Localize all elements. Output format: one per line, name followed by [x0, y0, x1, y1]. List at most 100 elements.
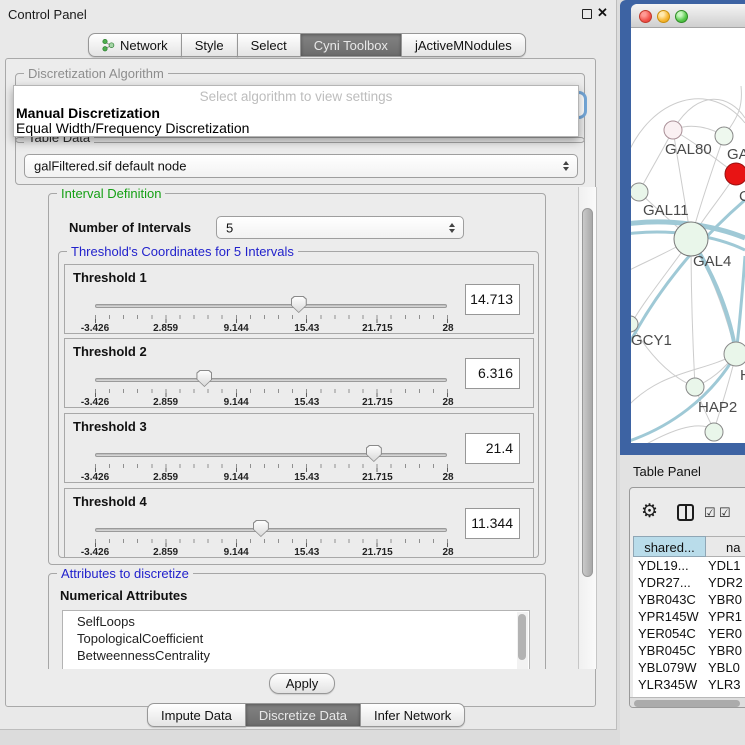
popup-option-manual-discretization[interactable]: Manual Discretization	[16, 105, 160, 121]
tab-cyni-toolbox[interactable]: Cyni Toolbox	[300, 33, 402, 57]
tab-network[interactable]: Network	[88, 33, 182, 57]
node-gal11[interactable]	[631, 183, 648, 201]
apply-button[interactable]: Apply	[269, 673, 335, 694]
cell: YBR045C	[638, 642, 696, 659]
tab-infer-network[interactable]: Infer Network	[360, 703, 465, 727]
slider-track[interactable]	[95, 378, 447, 382]
table-row[interactable]: YBR045CYBR0	[633, 642, 745, 659]
node-gal80[interactable]	[664, 121, 682, 139]
close-traffic-light-icon[interactable]	[639, 10, 652, 23]
cell: YER0	[708, 625, 742, 642]
zoom-traffic-light-icon[interactable]	[675, 10, 688, 23]
node-red-selected[interactable]	[725, 163, 745, 185]
table-row[interactable]: YPR145WYPR1	[633, 608, 745, 625]
window-title: Control Panel	[8, 7, 87, 22]
cell: YBR0	[708, 591, 742, 608]
threshold-2-value-field[interactable]: 6.316	[465, 358, 520, 389]
interval-definition-group: Interval Definition Number of Intervals …	[48, 193, 546, 565]
node-label-gal11: GAL11	[643, 202, 689, 219]
panel-scrollbar[interactable]	[578, 187, 597, 669]
node-label-partial-top: GA	[727, 146, 745, 163]
tab-jactivemnodules-label: jActiveMNodules	[415, 38, 512, 53]
tick-label: -3.426	[81, 472, 109, 483]
threshold-4-value-field[interactable]: 11.344	[465, 508, 520, 539]
split-columns-icon[interactable]	[677, 504, 694, 521]
panel-scrollbar-thumb[interactable]	[582, 208, 593, 577]
checkbox-icon[interactable]: ☑	[719, 505, 731, 521]
table-hscrollbar-thumb[interactable]	[634, 700, 740, 707]
popup-option-equal-width-frequency[interactable]: Equal Width/Frequency Discretization	[16, 120, 249, 136]
table-row[interactable]: YER054CYER0	[633, 625, 745, 642]
node-hap2[interactable]	[686, 378, 704, 396]
network-canvas[interactable]: GAL80 GA C GAL11 GAL4 GCY1 H HAP2	[631, 28, 745, 443]
checkbox-icon[interactable]: ☑	[704, 505, 716, 521]
table-row[interactable]: YLR345WYLR3	[633, 676, 745, 693]
control-panel-titlebar: Control Panel ✕	[0, 0, 616, 28]
tab-select[interactable]: Select	[237, 33, 301, 57]
network-graph: GAL80 GA C GAL11 GAL4 GCY1 H HAP2	[631, 28, 745, 443]
tick-label: 9.144	[224, 472, 249, 483]
list-item[interactable]: SelfLoops	[77, 613, 135, 631]
slider-thumb[interactable]	[366, 445, 382, 462]
slider-tick-labels: -3.426 2.859 9.144 15.43 21.715 28	[95, 472, 448, 484]
numerical-attributes-list[interactable]: SelfLoops TopologicalCoefficient Between…	[62, 610, 530, 669]
threshold-4-slider[interactable]: -3.426 2.859 9.144 15.43 21.715 28	[95, 519, 448, 555]
control-panel-window: Control Panel ✕ Network Style Select Cyn…	[0, 0, 617, 730]
tick-label: 2.859	[153, 472, 178, 483]
gear-icon[interactable]: ⚙	[641, 500, 658, 523]
float-window-icon[interactable]	[582, 9, 592, 19]
threshold-3-slider[interactable]: -3.426 2.859 9.144 15.43 21.715 28	[95, 444, 448, 480]
tab-jactivemnodules[interactable]: jActiveMNodules	[401, 33, 526, 57]
slider-track[interactable]	[95, 453, 447, 457]
table-row[interactable]: YBL079WYBL0	[633, 659, 745, 676]
node-partial-top[interactable]	[715, 127, 733, 145]
tab-discretize-data[interactable]: Discretize Data	[245, 703, 361, 727]
list-item[interactable]: BetweennessCentrality	[77, 647, 210, 665]
table-hscrollbar[interactable]	[630, 697, 745, 708]
tab-style[interactable]: Style	[181, 33, 238, 57]
slider-track[interactable]	[95, 528, 447, 532]
tick-label: 15.43	[294, 472, 319, 483]
number-of-intervals-combo[interactable]: 5	[216, 216, 464, 239]
minimize-traffic-light-icon[interactable]	[657, 10, 670, 23]
table-row[interactable]: YDR27...YDR2	[633, 574, 745, 591]
table-row[interactable]: YDL19...YDL1	[633, 557, 745, 574]
close-icon[interactable]: ✕	[597, 5, 608, 21]
list-item[interactable]: TopologicalCoefficient	[77, 630, 203, 648]
slider-thumb[interactable]	[253, 520, 269, 537]
node-right-partial[interactable]	[724, 342, 745, 366]
threshold-1-label: Threshold 1	[73, 270, 147, 285]
slider-thumb[interactable]	[291, 296, 307, 313]
popup-hint: Select algorithm to view settings	[14, 89, 578, 104]
column-header-shared[interactable]: shared...	[633, 536, 706, 557]
tick-label: 28	[442, 323, 453, 334]
tick-label: 15.43	[294, 547, 319, 558]
tab-impute-data[interactable]: Impute Data	[147, 703, 246, 727]
threshold-2-slider[interactable]: -3.426 2.859 9.144 15.43 21.715 28	[95, 369, 448, 405]
tick-label: 9.144	[224, 323, 249, 334]
node-bottom-partial[interactable]	[705, 423, 723, 441]
thresholds-group-title: Threshold's Coordinates for 5 Intervals	[67, 244, 298, 259]
node-gal4[interactable]	[674, 222, 708, 256]
list-scrollbar-thumb[interactable]	[518, 614, 526, 660]
column-header-name[interactable]: na	[706, 536, 745, 557]
network-icon	[102, 38, 115, 52]
table-row[interactable]: YBR043CYBR0	[633, 591, 745, 608]
slider-thumb[interactable]	[196, 370, 212, 387]
network-window-titlebar[interactable]	[631, 4, 745, 28]
threshold-1-slider[interactable]: -3.426 2.859 9.144 15.43 21.715 28	[95, 295, 448, 331]
table-data-combo[interactable]: galFiltered.sif default node	[24, 154, 578, 178]
slider-track[interactable]	[95, 304, 447, 308]
tick-label: -3.426	[81, 323, 109, 334]
cell: YDL1	[708, 557, 741, 574]
threshold-1-value-field[interactable]: 14.713	[465, 284, 520, 315]
tick-label: 28	[442, 472, 453, 483]
tick-label: 28	[442, 397, 453, 408]
cell: YPR1	[708, 608, 742, 625]
tick-label: 2.859	[153, 397, 178, 408]
threshold-3-value-field[interactable]: 21.4	[465, 433, 520, 464]
list-scrollbar[interactable]	[517, 612, 528, 669]
tab-network-label: Network	[120, 38, 168, 53]
table-panel-title: Table Panel	[633, 464, 701, 479]
tick-label: 2.859	[153, 547, 178, 558]
